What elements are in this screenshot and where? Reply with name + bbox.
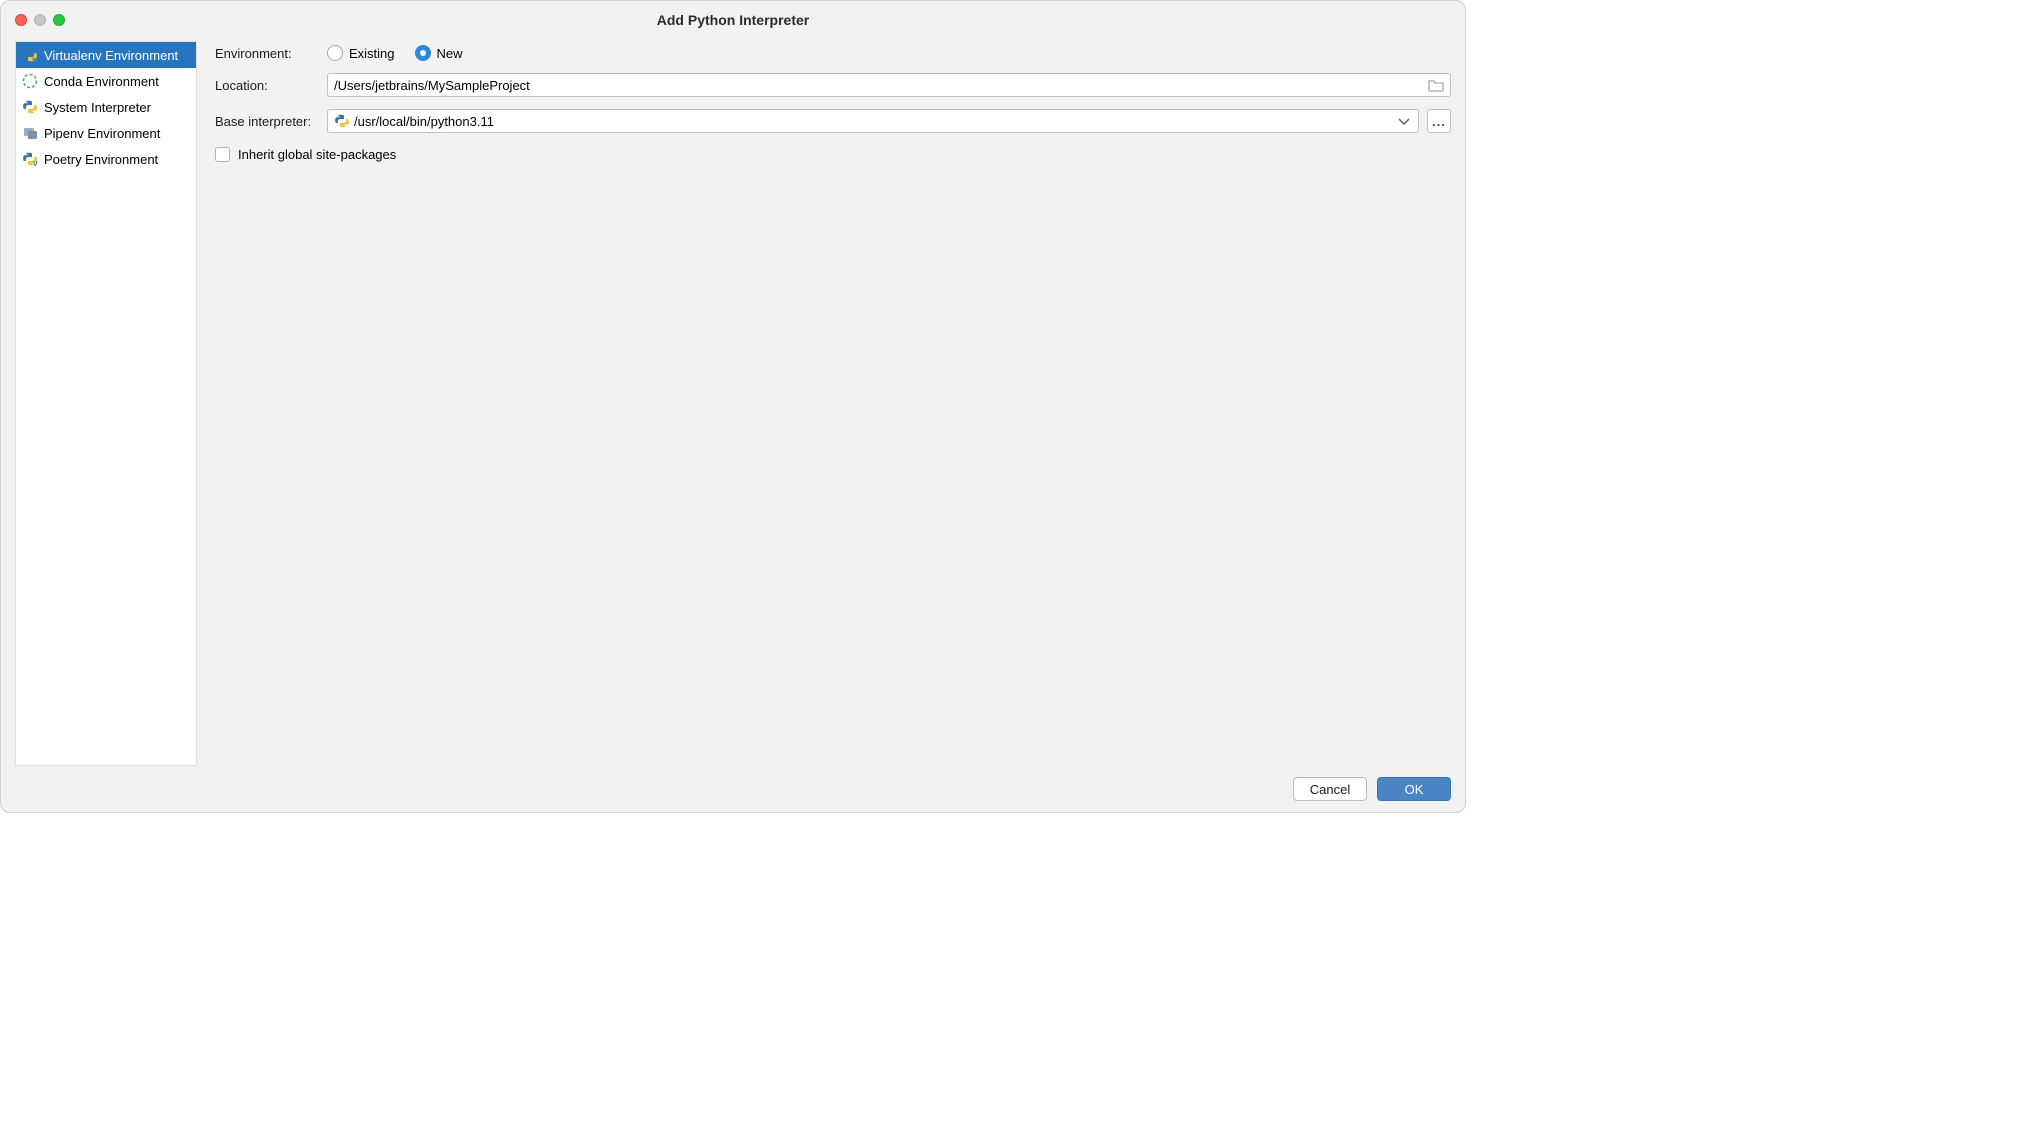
sidebar-item-label: System Interpreter	[44, 100, 151, 115]
interpreter-type-list: Virtualenv Environment Conda Environment…	[15, 41, 197, 766]
sidebar-item-label: Poetry Environment	[44, 152, 158, 167]
add-interpreter-dialog: Add Python Interpreter Virtualenv Enviro…	[0, 0, 1466, 813]
chevron-down-icon	[1396, 113, 1412, 129]
browse-folder-icon[interactable]	[1428, 77, 1444, 93]
sidebar-item-system[interactable]: System Interpreter	[16, 94, 196, 120]
pipenv-icon	[22, 125, 38, 141]
browse-interpreter-button[interactable]: ...	[1427, 109, 1451, 133]
sidebar-item-label: Pipenv Environment	[44, 126, 160, 141]
base-interpreter-row: Base interpreter: /usr/local/bin/python3…	[215, 109, 1451, 133]
environment-label: Environment:	[215, 46, 327, 61]
minimize-window-button	[34, 14, 46, 26]
window-controls	[1, 14, 65, 26]
close-window-button[interactable]	[15, 14, 27, 26]
main-panel: Environment: Existing New Location:	[197, 39, 1451, 766]
location-row: Location:	[215, 73, 1451, 97]
sidebar-item-virtualenv[interactable]: Virtualenv Environment	[16, 42, 196, 68]
conda-icon	[22, 73, 38, 89]
dialog-footer: Cancel OK	[1, 766, 1465, 812]
python-virtualenv-icon	[22, 47, 38, 63]
inherit-row[interactable]: Inherit global site-packages	[215, 147, 1451, 162]
location-field-wrap	[327, 73, 1451, 97]
sidebar-item-poetry[interactable]: Poetry Environment	[16, 146, 196, 172]
python-icon	[22, 99, 38, 115]
radio-existing-option[interactable]: Existing	[327, 45, 395, 61]
base-interpreter-label: Base interpreter:	[215, 114, 327, 129]
titlebar: Add Python Interpreter	[1, 1, 1465, 39]
environment-radio-group: Existing New	[327, 45, 463, 61]
window-title: Add Python Interpreter	[1, 12, 1465, 28]
inherit-label: Inherit global site-packages	[238, 147, 396, 162]
radio-existing-label: Existing	[349, 46, 395, 61]
sidebar-item-label: Conda Environment	[44, 74, 159, 89]
sidebar-item-pipenv[interactable]: Pipenv Environment	[16, 120, 196, 146]
sidebar-item-conda[interactable]: Conda Environment	[16, 68, 196, 94]
base-interpreter-combo[interactable]: /usr/local/bin/python3.11	[327, 109, 1419, 133]
radio-new-option[interactable]: New	[415, 45, 463, 61]
inherit-checkbox[interactable]	[215, 147, 230, 162]
radio-new-label: New	[437, 46, 463, 61]
base-interpreter-value: /usr/local/bin/python3.11	[354, 114, 1392, 129]
radio-new[interactable]	[415, 45, 431, 61]
zoom-window-button[interactable]	[53, 14, 65, 26]
ok-button[interactable]: OK	[1377, 777, 1451, 801]
python-icon	[334, 113, 350, 129]
location-label: Location:	[215, 78, 327, 93]
cancel-button[interactable]: Cancel	[1293, 777, 1367, 801]
environment-row: Environment: Existing New	[215, 45, 1451, 61]
location-input[interactable]	[334, 78, 1428, 93]
radio-existing[interactable]	[327, 45, 343, 61]
python-poetry-icon	[22, 151, 38, 167]
sidebar-item-label: Virtualenv Environment	[44, 48, 178, 63]
dialog-content: Virtualenv Environment Conda Environment…	[1, 39, 1465, 766]
